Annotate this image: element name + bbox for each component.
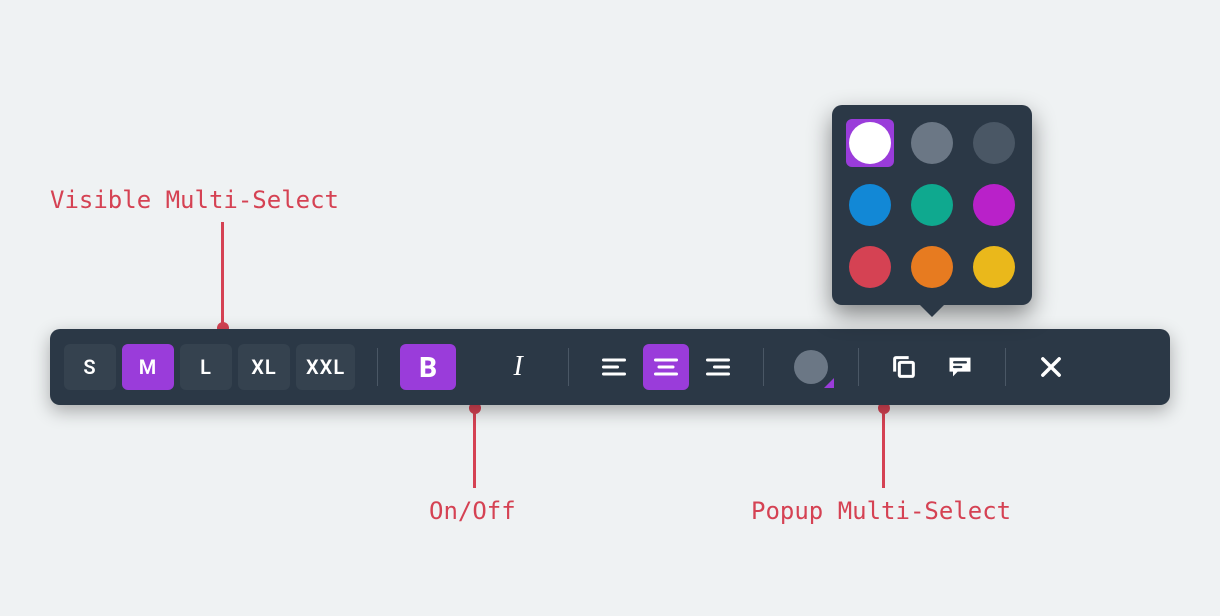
bold-glyph: B [419,351,437,384]
align-group [591,344,741,390]
align-center-icon [652,353,680,381]
align-center-button[interactable] [643,344,689,390]
size-xxl-button[interactable]: XXL [296,344,355,390]
italic-toggle[interactable]: I [490,344,546,390]
bold-toggle[interactable]: B [400,344,456,390]
color-dot [849,246,891,288]
color-option-magenta[interactable] [970,181,1018,229]
annotation-popup-multi-select: Popup Multi-Select [751,497,1011,525]
color-option-blue[interactable] [846,181,894,229]
color-popup [832,105,1032,305]
divider [1005,348,1006,386]
align-left-button[interactable] [591,344,637,390]
size-group: S M L XL XXL [64,344,355,390]
copy-button[interactable] [881,344,927,390]
size-s-button[interactable]: S [64,344,116,390]
color-option-yellow[interactable] [970,243,1018,291]
color-option-orange[interactable] [908,243,956,291]
color-dot [911,122,953,164]
size-m-button[interactable]: M [122,344,174,390]
color-option-gray[interactable] [908,119,956,167]
comment-button[interactable] [937,344,983,390]
divider [568,348,569,386]
size-xl-button[interactable]: XL [238,344,290,390]
connector-visible-multi-select [221,222,224,328]
color-swatch-button[interactable] [786,344,836,390]
annotation-visible-multi-select: Visible Multi-Select [50,186,339,214]
toolbar: S M L XL XXL B I [50,329,1170,405]
color-dot [849,184,891,226]
align-left-icon [600,353,628,381]
style-group: B I [400,344,546,390]
color-option-dark[interactable] [970,119,1018,167]
color-dot [911,184,953,226]
connector-popup-multi-select [882,408,885,488]
color-option-teal[interactable] [908,181,956,229]
connector-on-off [473,408,476,488]
copy-icon [890,353,918,381]
color-dot [849,122,891,164]
divider [858,348,859,386]
current-color-swatch [794,350,828,384]
divider [763,348,764,386]
italic-glyph: I [513,351,522,383]
color-option-red[interactable] [846,243,894,291]
size-l-button[interactable]: L [180,344,232,390]
close-icon [1037,353,1065,381]
comment-icon [946,353,974,381]
close-button[interactable] [1028,344,1074,390]
color-dot [973,184,1015,226]
align-right-icon [704,353,732,381]
color-dot [973,246,1015,288]
color-dot [911,246,953,288]
color-option-white[interactable] [846,119,894,167]
divider [377,348,378,386]
color-dot [973,122,1015,164]
align-right-button[interactable] [695,344,741,390]
annotation-on-off: On/Off [429,497,516,525]
